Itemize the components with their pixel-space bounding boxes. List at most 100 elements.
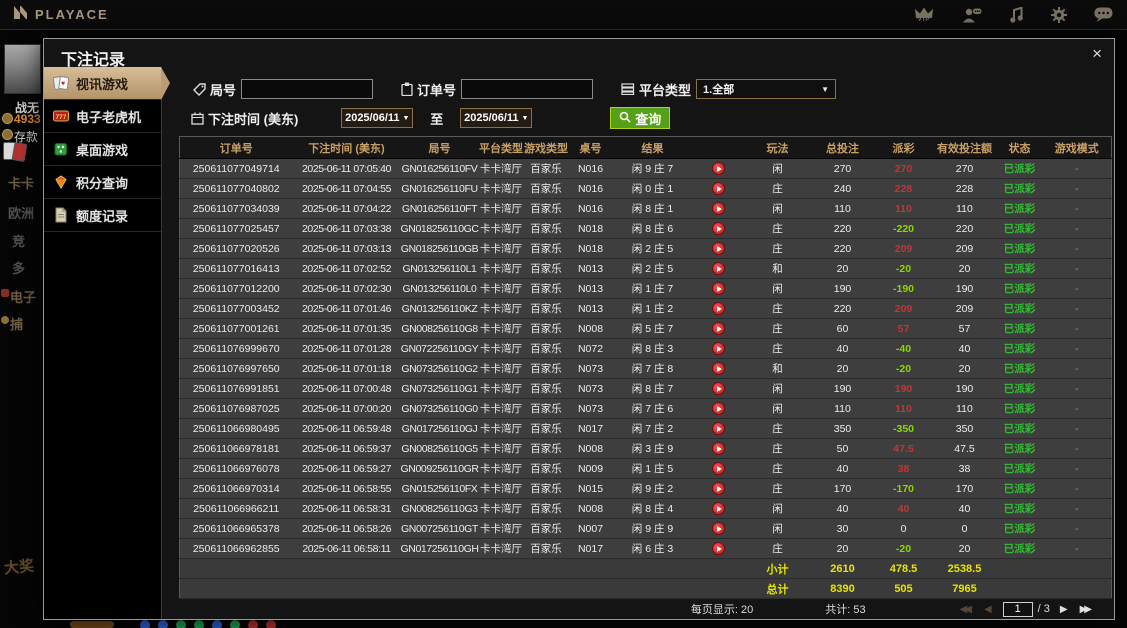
table-row: 250611066966211 2025-06-11 06:58:31 GN0082…	[179, 498, 1112, 519]
cell: 250611077034039	[179, 198, 293, 219]
replay-video-button[interactable]	[712, 522, 725, 535]
modal-sidebar: ♥ 视讯游戏 777 电子老虎机 桌面游戏 积分查询 额度记录	[44, 67, 170, 619]
column-header: 派彩	[874, 136, 933, 159]
cell: 闲	[744, 378, 811, 399]
sidebar-item-points-query[interactable]: 积分查询	[44, 166, 161, 199]
replay-video-button[interactable]	[712, 502, 725, 515]
cell: GN009256110GR	[400, 458, 479, 479]
cell: 350	[810, 418, 875, 439]
replay-video-button[interactable]	[712, 442, 725, 455]
replay-video-button[interactable]	[712, 382, 725, 395]
status-cell: 已派彩	[996, 178, 1043, 199]
date-from-picker[interactable]: 2025/06/11 ▼	[341, 108, 414, 128]
replay-video-button[interactable]	[712, 302, 725, 315]
replay-cell	[692, 318, 745, 339]
cell: 庄	[744, 478, 811, 499]
cell: 卡卡湾厅	[478, 318, 524, 339]
cell: 40	[810, 458, 875, 479]
cell: 190	[932, 278, 997, 299]
cell: N016	[568, 178, 613, 199]
game-mode-cell: -	[1042, 238, 1112, 259]
replay-video-button[interactable]	[712, 462, 725, 475]
cell: N009	[568, 458, 613, 479]
vip-crown-icon[interactable]: VIP	[914, 7, 934, 23]
cell: 卡卡湾厅	[478, 378, 524, 399]
status-cell: 已派彩	[996, 278, 1043, 299]
column-header: 玩法	[744, 136, 811, 159]
to-label: 至	[430, 111, 444, 127]
cell: 百家乐	[523, 358, 569, 379]
round-input[interactable]	[241, 79, 374, 99]
replay-video-button[interactable]	[712, 342, 725, 355]
cell: 270	[932, 158, 997, 179]
first-page-icon[interactable]: ◀◀	[960, 604, 973, 615]
table-row: 250611066970314 2025-06-11 06:58:55 GN0152…	[179, 478, 1112, 499]
order-input[interactable]	[461, 79, 594, 99]
replay-video-button[interactable]	[712, 282, 725, 295]
replay-video-button[interactable]	[712, 402, 725, 415]
sidebar-item-video-games[interactable]: ♥ 视讯游戏	[44, 67, 170, 100]
status-cell: 已派彩	[996, 438, 1043, 459]
replay-video-button[interactable]	[712, 182, 725, 195]
settings-gear-icon[interactable]	[1051, 7, 1067, 23]
cell: 2025-06-11 06:58:11	[292, 538, 401, 559]
cell: 240	[810, 178, 875, 199]
cell: 庄	[744, 298, 811, 319]
table-row: 250611077020526 2025-06-11 07:03:13 GN0182…	[179, 238, 1112, 259]
cell: 250611077040802	[179, 178, 293, 199]
sidebar-item-slot-machine[interactable]: 777 电子老虎机	[44, 100, 161, 133]
game-mode-cell: -	[1042, 398, 1112, 419]
sidebar-item-quota-records[interactable]: 额度记录	[44, 199, 161, 232]
replay-cell	[692, 298, 745, 319]
game-mode-cell: -	[1042, 518, 1112, 539]
cell: 闲	[744, 198, 811, 219]
replay-video-button[interactable]	[712, 422, 725, 435]
replay-video-button[interactable]	[712, 162, 725, 175]
chat-bubble-icon[interactable]	[1094, 7, 1113, 23]
replay-video-button[interactable]	[712, 542, 725, 555]
replay-video-button[interactable]	[712, 322, 725, 335]
cell: N017	[568, 418, 613, 439]
cell: 百家乐	[523, 398, 569, 419]
replay-cell	[692, 358, 745, 379]
replay-video-button[interactable]	[712, 362, 725, 375]
replay-video-button[interactable]	[712, 482, 725, 495]
cell: 卡卡湾厅	[478, 178, 524, 199]
cell: 闲 1 庄 5	[612, 458, 693, 479]
cell: N072	[568, 338, 613, 359]
payout-cell: -20	[874, 258, 933, 279]
column-header: 平台类型	[478, 136, 524, 159]
search-button[interactable]: 查询	[610, 107, 671, 129]
cell: 30	[810, 518, 875, 539]
replay-video-button[interactable]	[712, 262, 725, 275]
next-page-icon[interactable]: ▶	[1060, 604, 1068, 615]
replay-video-button[interactable]	[712, 202, 725, 215]
cell: 庄	[744, 438, 811, 459]
cell: 闲	[744, 498, 811, 519]
status-cell: 已派彩	[996, 478, 1043, 499]
cell: 闲 1 庄 7	[612, 278, 693, 299]
close-icon[interactable]: ×	[1092, 45, 1102, 62]
status-cell: 已派彩	[996, 398, 1043, 419]
cell: 110	[932, 198, 997, 219]
cell: 2025-06-11 06:58:55	[292, 478, 401, 499]
total-count-label: 共计: 53	[825, 604, 866, 616]
cell: 卡卡湾厅	[478, 298, 524, 319]
chevron-down-icon: ▼	[402, 114, 410, 122]
table-row: 250611066980495 2025-06-11 06:59:48 GN0172…	[179, 418, 1112, 439]
cell: 卡卡湾厅	[478, 198, 524, 219]
replay-video-button[interactable]	[712, 242, 725, 255]
music-icon[interactable]	[1009, 7, 1024, 23]
prev-page-icon[interactable]: ◀	[984, 604, 992, 615]
column-header: 局号	[400, 136, 479, 159]
replay-video-button[interactable]	[712, 222, 725, 235]
platform-select[interactable]: 1.全部 ▼	[696, 79, 837, 99]
customer-service-icon[interactable]	[961, 7, 982, 23]
page-input[interactable]	[1002, 601, 1033, 617]
sidebar-item-table-games[interactable]: 桌面游戏	[44, 133, 161, 166]
date-to-picker[interactable]: 2025/06/11 ▼	[460, 108, 533, 128]
cell: 百家乐	[523, 318, 569, 339]
cell: 闲	[744, 158, 811, 179]
last-page-icon[interactable]: ▶▶	[1080, 604, 1093, 615]
cell: 2025-06-11 07:04:55	[292, 178, 401, 199]
